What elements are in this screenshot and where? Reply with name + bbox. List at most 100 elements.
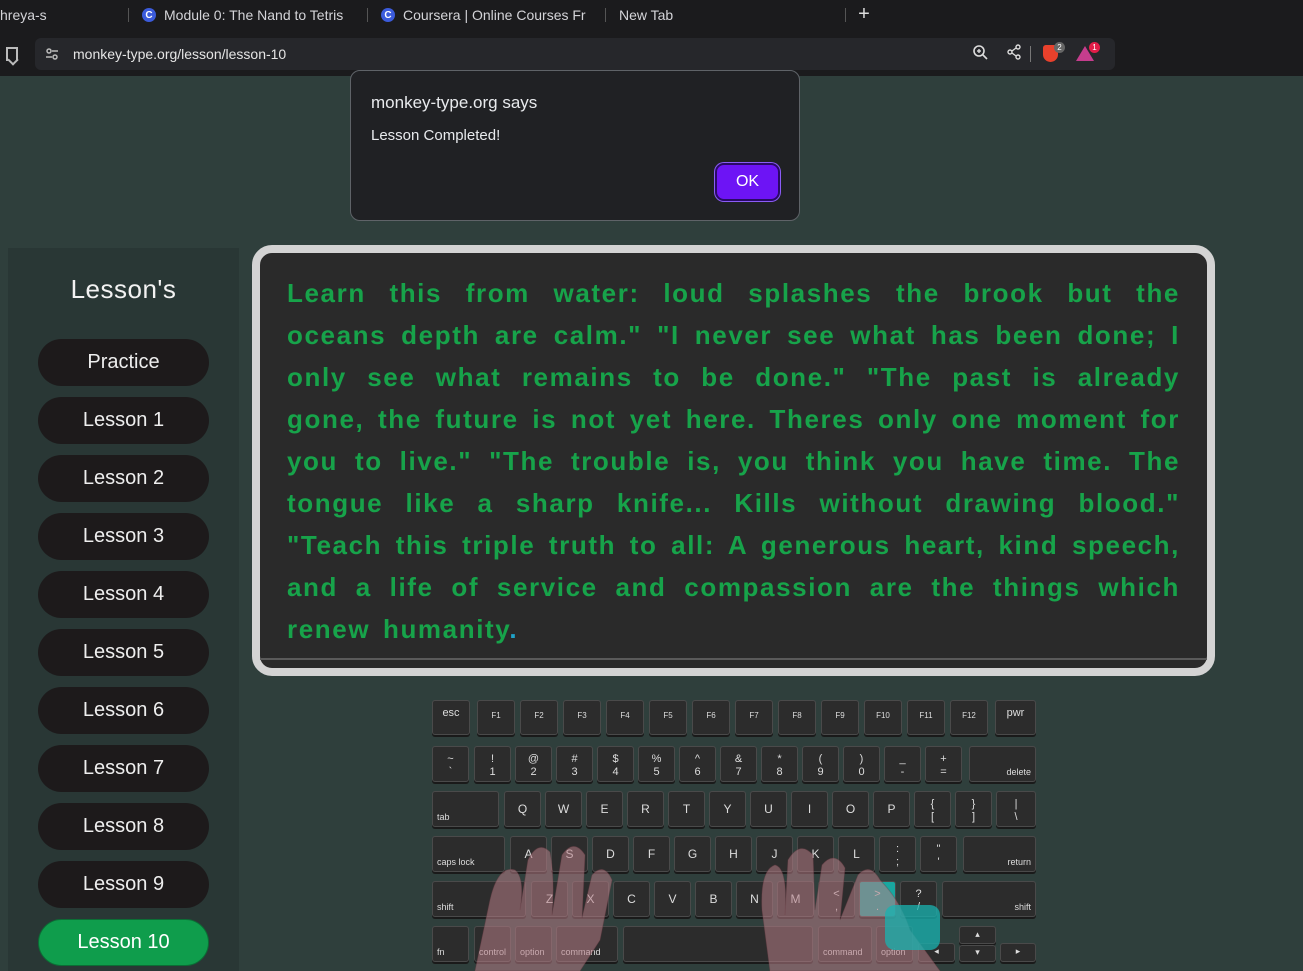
key-label: F6 (706, 711, 716, 720)
key-6: ^ 6 (679, 746, 716, 782)
new-tab-plus-icon[interactable]: + (855, 4, 873, 26)
key-arrow-up: ▴ (959, 926, 996, 944)
key-label: return (1007, 857, 1031, 867)
sidebar-item-lesson-8[interactable]: Lesson 8 (38, 803, 209, 850)
key-p: P (873, 791, 910, 827)
key-label: F10 (876, 711, 890, 720)
key-space (623, 926, 813, 962)
bookmark-icon[interactable] (6, 47, 18, 61)
key-shift-label: @ (527, 753, 540, 765)
sidebar-item-lesson-5[interactable]: Lesson 5 (38, 629, 209, 676)
tab-label: hreya-s (0, 7, 47, 23)
tab-coursera[interactable]: C Coursera | Online Courses Fr (381, 0, 595, 30)
key-m: M (777, 881, 814, 917)
sidebar-item-lesson-1[interactable]: Lesson 1 (38, 397, 209, 444)
key-g: G (674, 836, 711, 872)
key-label: G (687, 847, 698, 861)
key-f2: F2 (520, 700, 558, 735)
key-shift-label: * (777, 753, 782, 765)
key-command-left: command (556, 926, 618, 962)
key-label: B (709, 892, 718, 906)
key-label: S (565, 847, 574, 861)
key-o: O (832, 791, 869, 827)
tab-nand-to-tetris[interactable]: C Module 0: The Nand to Tetris (142, 0, 354, 30)
zoom-icon[interactable] (972, 44, 988, 65)
key-label: E (600, 802, 609, 816)
key-option-left: option (515, 926, 552, 962)
key-label: A (524, 847, 533, 861)
key-esc: esc (432, 700, 470, 735)
key-close-bracket: }] (955, 791, 992, 827)
tab-new-tab[interactable]: New Tab (619, 0, 819, 30)
key-x: X (572, 881, 609, 917)
key-return: return (963, 836, 1036, 872)
virtual-keyboard: esc F1 F2 F3 F4 F5 F6 F7 F8 F9 F10 F11 F… (432, 700, 1037, 971)
key-shift-label: < (833, 888, 840, 900)
key-right-shift: shift (942, 881, 1036, 917)
key-2: @2 (515, 746, 552, 782)
key-f10: F10 (864, 700, 902, 735)
key-9: (9 (802, 746, 839, 782)
key-label: shift (437, 902, 454, 912)
tab-profile[interactable]: hreya-s (0, 0, 120, 30)
key-pwr: pwr (995, 700, 1036, 735)
key-v: V (654, 881, 691, 917)
key-label: option (881, 947, 906, 957)
key-delete: delete (969, 746, 1036, 782)
key-shift-label: ^ (694, 753, 701, 765)
sidebar-title: Lesson's (70, 274, 177, 304)
key-label: R (641, 802, 650, 816)
key-f9: F9 (821, 700, 859, 735)
share-icon[interactable] (1006, 44, 1022, 65)
key-n: N (736, 881, 773, 917)
sidebar-item-lesson-4[interactable]: Lesson 4 (38, 571, 209, 618)
key-label: option (520, 947, 545, 957)
key-shift-label: ( (818, 753, 823, 765)
sidebar-item-lesson-7[interactable]: Lesson 7 (38, 745, 209, 792)
sidebar-item-lesson-3[interactable]: Lesson 3 (38, 513, 209, 560)
key-label: shift (1014, 902, 1031, 912)
ok-button[interactable]: OK (715, 163, 780, 201)
key-shift-label: { (930, 798, 935, 810)
url-text[interactable]: monkey-type.org/lesson/lesson-10 (73, 45, 286, 63)
key-label: M (790, 892, 801, 906)
sidebar-item-lesson-9[interactable]: Lesson 9 (38, 861, 209, 908)
lesson-sidebar: Lesson's Practice Lesson 1 Lesson 2 Less… (8, 248, 239, 971)
key-option-right: option (876, 926, 913, 962)
key-f11: F11 (907, 700, 945, 735)
key-f7: F7 (735, 700, 773, 735)
key-u: U (750, 791, 787, 827)
arrow-right-icon: ▸ (1015, 946, 1021, 956)
key-label: K (811, 847, 820, 861)
key-label: C (627, 892, 636, 906)
key-left-shift: shift (432, 881, 526, 917)
key-label: W (557, 802, 570, 816)
key-label: 5 (653, 766, 660, 778)
sidebar-item-lesson-6[interactable]: Lesson 6 (38, 687, 209, 734)
shields-count-badge: 2 (1054, 42, 1065, 53)
key-i: I (791, 791, 828, 827)
key-shift-label: _ (899, 753, 906, 765)
key-f3: F3 (563, 700, 601, 735)
tab-bar: hreya-s C Module 0: The Nand to Tetris C… (0, 0, 1303, 30)
key-command-right: command (818, 926, 872, 962)
typed-text: Learn this from water: loud splashes the… (287, 278, 1180, 644)
key-label: ' (937, 856, 940, 868)
key-label: J (771, 847, 778, 861)
key-label: , (834, 901, 839, 913)
key-shift-label: % (651, 753, 662, 765)
site-settings-icon[interactable] (45, 47, 59, 61)
key-label: command (561, 947, 601, 957)
key-label: N (750, 892, 759, 906)
key-a: A (510, 836, 547, 872)
key-label: F (647, 847, 656, 861)
sidebar-item-practice[interactable]: Practice (38, 339, 209, 386)
key-label: F9 (835, 711, 845, 720)
key-shift-label: : (895, 843, 900, 855)
coursera-icon: C (381, 8, 395, 22)
typing-text-panel[interactable]: Learn this from water: loud splashes the… (252, 245, 1215, 676)
sidebar-item-lesson-10[interactable]: Lesson 10 (38, 919, 209, 966)
key-shift-label: # (571, 753, 578, 765)
key-h: H (715, 836, 752, 872)
sidebar-item-lesson-2[interactable]: Lesson 2 (38, 455, 209, 502)
